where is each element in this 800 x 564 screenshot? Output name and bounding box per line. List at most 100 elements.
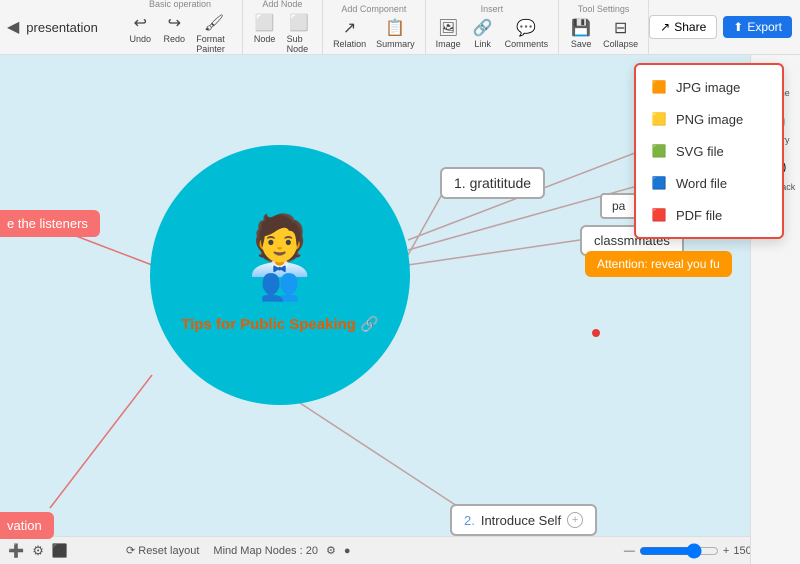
export-label: Export	[747, 20, 782, 34]
relation-button[interactable]: ↗ Relation	[329, 16, 370, 51]
introduce-label: Introduce Self	[481, 513, 561, 528]
export-pdf-item[interactable]: 🟥 PDF file	[636, 199, 782, 231]
center-node-title: Tips for Public Speaking 🔗	[181, 315, 379, 333]
zoom-minus-button[interactable]: —	[624, 545, 635, 557]
collapse-button[interactable]: ⊟ Collapse	[599, 16, 642, 51]
link-button[interactable]: 🔗 Link	[467, 16, 499, 51]
word-icon: 🟦	[650, 174, 668, 192]
group-label-add-node: Add Node	[262, 0, 302, 9]
export-word-item[interactable]: 🟦 Word file	[636, 167, 782, 199]
nodes-dot-icon: ●	[344, 545, 351, 557]
toolbar-group-add-component: Add Component ↗ Relation 📋 Summary	[323, 0, 426, 54]
settings-icon-status[interactable]: ⚙	[32, 543, 44, 559]
vation-node[interactable]: vation	[0, 512, 54, 539]
sub-node-icon: ⬜	[289, 13, 309, 33]
svg-icon: 🟩	[650, 142, 668, 160]
format-painter-icon: 🖌	[204, 13, 224, 33]
export-pdf-label: PDF file	[676, 208, 722, 223]
comments-button[interactable]: 💬 Comments	[501, 16, 553, 51]
link-label: Link	[474, 39, 491, 49]
grid-icon[interactable]: ⬛	[52, 543, 68, 559]
undo-icon: ↩	[134, 13, 147, 33]
collapse-label: Collapse	[603, 39, 638, 49]
attention-label: Attention: reveal you fu	[597, 257, 720, 271]
export-jpg-label: JPG image	[676, 80, 740, 95]
export-word-label: Word file	[676, 176, 727, 191]
toolbar-group-insert: Insert 🖼 Image 🔗 Link 💬 Comments	[426, 0, 560, 54]
link-icon: 🔗	[473, 18, 493, 38]
back-icon: ◀	[7, 17, 19, 37]
status-bar: ➕ ⚙ ⬛ ⟳ Reset layout Mind Map Nodes : 20…	[0, 536, 800, 564]
export-png-label: PNG image	[676, 112, 743, 127]
toolbar-right: ↗ Share ⬆ Export	[649, 15, 800, 39]
export-jpg-item[interactable]: 🟧 JPG image	[636, 71, 782, 103]
share-icon: ↗	[660, 20, 670, 34]
save-label: Save	[571, 39, 592, 49]
collapse-icon: ⊟	[614, 18, 627, 38]
gratitude-node[interactable]: 1. gratititude	[440, 167, 545, 199]
sub-node-button[interactable]: ⬜ Sub Node	[283, 11, 316, 56]
image-label: Image	[436, 39, 461, 49]
introduce-self-node[interactable]: 2. Introduce Self +	[450, 504, 597, 536]
sub-node-label: Sub Node	[287, 34, 312, 54]
relation-label: Relation	[333, 39, 366, 49]
redo-icon: ↪	[168, 13, 181, 33]
reset-layout-label: Reset layout	[138, 545, 199, 557]
jpg-icon: 🟧	[650, 78, 668, 96]
redo-label: Redo	[164, 34, 186, 44]
group-label-add-component: Add Component	[341, 4, 406, 14]
export-icon: ⬆	[733, 20, 743, 34]
export-svg-item[interactable]: 🟩 SVG file	[636, 135, 782, 167]
vation-label: vation	[7, 518, 42, 533]
red-dot-indicator	[592, 329, 600, 337]
export-svg-label: SVG file	[676, 144, 724, 159]
attention-node[interactable]: Attention: reveal you fu	[585, 251, 732, 277]
node-button[interactable]: ⬜ Node	[249, 11, 281, 56]
toolbar-group-add-node: Add Node ⬜ Node ⬜ Sub Node	[243, 0, 323, 54]
summary-icon: 📋	[385, 18, 405, 38]
format-painter-label: Format Painter	[196, 34, 231, 54]
toolbar-group-tool-settings: Tool Settings 💾 Save ⊟ Collapse	[559, 0, 649, 54]
center-node[interactable]: 🧑‍💼 👥 Tips for Public Speaking 🔗	[150, 145, 410, 405]
reset-icon: ⟳	[126, 544, 135, 557]
node-icon: ⬜	[255, 13, 275, 33]
save-icon: 💾	[571, 18, 591, 38]
export-button[interactable]: ⬆ Export	[723, 16, 792, 38]
group-label-tool-settings: Tool Settings	[578, 4, 630, 14]
node-label: Node	[254, 34, 276, 44]
back-button[interactable]: ◀	[0, 0, 26, 54]
nodes-count-label: Mind Map Nodes : 20	[213, 545, 318, 557]
redo-button[interactable]: ↪ Redo	[158, 11, 190, 56]
summary-label: Summary	[376, 39, 415, 49]
zoom-plus-button[interactable]: +	[723, 545, 729, 557]
partial-pa-label: pa	[612, 199, 625, 213]
undo-button[interactable]: ↩ Undo	[124, 11, 156, 56]
export-png-item[interactable]: 🟨 PNG image	[636, 103, 782, 135]
introduce-plus-button[interactable]: +	[567, 512, 583, 528]
share-label: Share	[674, 20, 706, 34]
listeners-label: e the listeners	[7, 216, 88, 231]
partial-pa-node[interactable]: pa	[600, 193, 637, 219]
zoom-slider[interactable]	[639, 543, 719, 559]
image-button[interactable]: 🖼 Image	[432, 16, 465, 51]
toolbar-group-basic: Basic operation ↩ Undo ↪ Redo 🖌 Format P…	[118, 0, 242, 54]
relation-icon: ↗	[343, 18, 356, 38]
format-painter-button[interactable]: 🖌 Format Painter	[192, 11, 235, 56]
reset-layout-button[interactable]: ⟳ Reset layout	[126, 544, 199, 557]
introduce-num: 2.	[464, 513, 475, 528]
save-button[interactable]: 💾 Save	[565, 16, 597, 51]
comments-label: Comments	[505, 39, 549, 49]
export-dropdown: 🟧 JPG image 🟨 PNG image 🟩 SVG file 🟦 Wor…	[634, 63, 784, 239]
summary-button[interactable]: 📋 Summary	[372, 16, 419, 51]
listeners-node[interactable]: e the listeners	[0, 210, 100, 237]
pdf-icon: 🟥	[650, 206, 668, 224]
nodes-settings-icon[interactable]: ⚙	[326, 544, 336, 557]
share-button[interactable]: ↗ Share	[649, 15, 717, 39]
audience-icon: 👥	[260, 265, 300, 303]
undo-label: Undo	[130, 34, 152, 44]
png-icon: 🟨	[650, 110, 668, 128]
comments-icon: 💬	[516, 18, 536, 38]
group-label-basic: Basic operation	[149, 0, 211, 9]
group-label-insert: Insert	[481, 4, 504, 14]
add-icon[interactable]: ➕	[8, 543, 24, 559]
